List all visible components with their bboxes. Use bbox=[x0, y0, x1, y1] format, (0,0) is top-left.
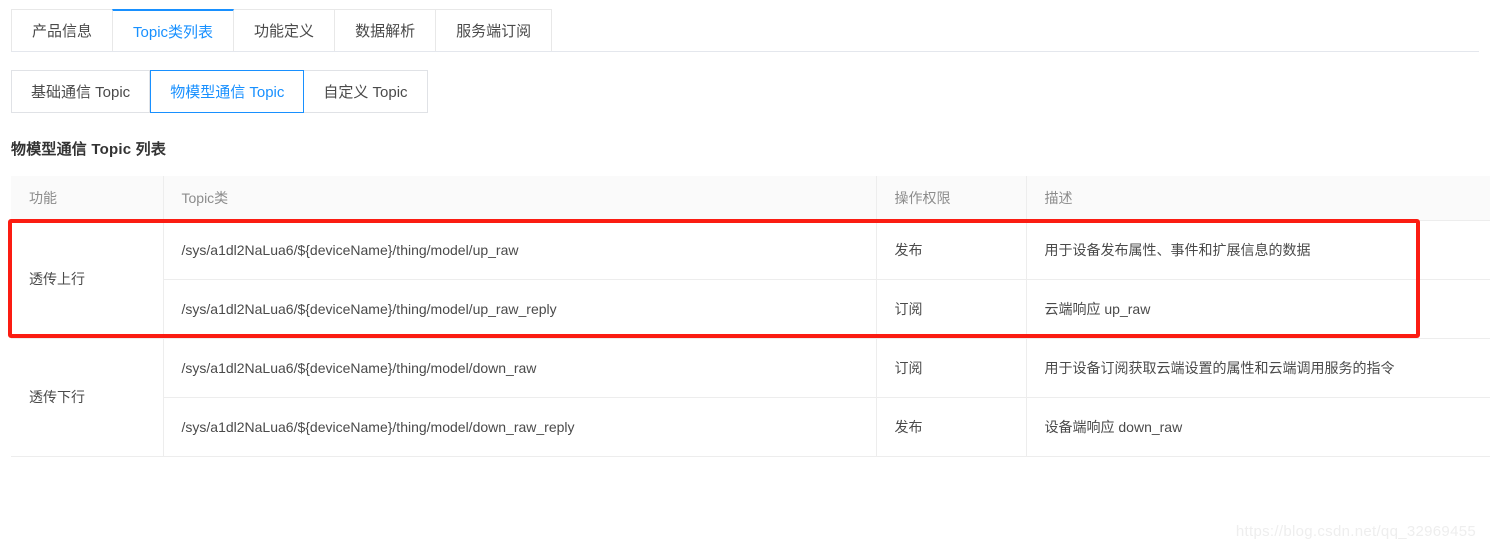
cell-permission: 发布 bbox=[876, 220, 1027, 280]
table-row: /sys/a1dl2NaLua6/${deviceName}/thing/mod… bbox=[11, 279, 1490, 339]
tab-label: 产品信息 bbox=[32, 23, 93, 40]
cell-function: 透传上行 bbox=[11, 220, 164, 339]
cell-permission: 订阅 bbox=[876, 338, 1027, 398]
column-header-permission: 操作权限 bbox=[876, 176, 1027, 221]
subtab-thing-model-communication-topic[interactable]: 物模型通信 Topic bbox=[150, 70, 305, 113]
tab-topic-list[interactable]: Topic类列表 bbox=[112, 9, 235, 51]
topic-class-table: 功能 Topic类 操作权限 描述 透传上行 /sys/a1dl2NaLua6/… bbox=[11, 176, 1490, 457]
table-row: 透传上行 /sys/a1dl2NaLua6/${deviceName}/thin… bbox=[11, 220, 1490, 339]
cell-topic: /sys/a1dl2NaLua6/${deviceName}/thing/mod… bbox=[163, 397, 877, 457]
subtab-label: 物模型通信 Topic bbox=[170, 84, 285, 101]
subtab-label: 基础通信 Topic bbox=[31, 84, 131, 101]
table-row: /sys/a1dl2NaLua6/${deviceName}/thing/mod… bbox=[11, 397, 1490, 457]
table-row: 透传下行 /sys/a1dl2NaLua6/${deviceName}/thin… bbox=[11, 338, 1490, 457]
cell-permission: 订阅 bbox=[876, 279, 1027, 339]
table-header: 功能 Topic类 操作权限 描述 bbox=[11, 176, 1490, 221]
tab-label: 数据解析 bbox=[355, 23, 416, 40]
subtab-basic-communication-topic[interactable]: 基础通信 Topic bbox=[11, 70, 151, 113]
page-title: 物模型通信 Topic 列表 bbox=[11, 141, 167, 158]
tab-function-definition[interactable]: 功能定义 bbox=[234, 9, 335, 51]
cell-topic: /sys/a1dl2NaLua6/${deviceName}/thing/mod… bbox=[163, 220, 877, 280]
tab-label: 功能定义 bbox=[254, 23, 315, 40]
primary-tab-bar: 产品信息 Topic类列表 功能定义 数据解析 服务端订阅 bbox=[11, 9, 1479, 52]
tab-data-parsing[interactable]: 数据解析 bbox=[334, 9, 436, 51]
subtab-custom-topic[interactable]: 自定义 Topic bbox=[304, 70, 428, 113]
cell-topic: /sys/a1dl2NaLua6/${deviceName}/thing/mod… bbox=[163, 279, 877, 339]
cell-permission: 发布 bbox=[876, 397, 1027, 457]
table-header-row: 功能 Topic类 操作权限 描述 bbox=[11, 176, 1490, 221]
cell-topic: /sys/a1dl2NaLua6/${deviceName}/thing/mod… bbox=[163, 338, 877, 398]
column-header-description: 描述 bbox=[1026, 176, 1490, 221]
table-body: 透传上行 /sys/a1dl2NaLua6/${deviceName}/thin… bbox=[11, 220, 1490, 457]
cell-description: 设备端响应 down_raw bbox=[1026, 397, 1490, 457]
subtab-label: 自定义 Topic bbox=[323, 84, 408, 101]
cell-description: 用于设备发布属性、事件和扩展信息的数据 bbox=[1026, 220, 1490, 280]
cell-function: 透传下行 bbox=[11, 338, 164, 457]
tab-server-subscription[interactable]: 服务端订阅 bbox=[435, 9, 553, 51]
tab-product-info[interactable]: 产品信息 bbox=[11, 9, 113, 51]
watermark: https://blog.csdn.net/qq_32969455 bbox=[1235, 523, 1476, 540]
column-header-topic-class: Topic类 bbox=[163, 176, 877, 221]
cell-description: 云端响应 up_raw bbox=[1026, 279, 1490, 339]
tab-label: 服务端订阅 bbox=[456, 23, 532, 40]
secondary-tab-bar: 基础通信 Topic 物模型通信 Topic 自定义 Topic bbox=[11, 70, 428, 113]
cell-description: 用于设备订阅获取云端设置的属性和云端调用服务的指令 bbox=[1026, 338, 1490, 398]
column-header-function: 功能 bbox=[11, 176, 164, 221]
tab-label: Topic类列表 bbox=[133, 23, 214, 41]
